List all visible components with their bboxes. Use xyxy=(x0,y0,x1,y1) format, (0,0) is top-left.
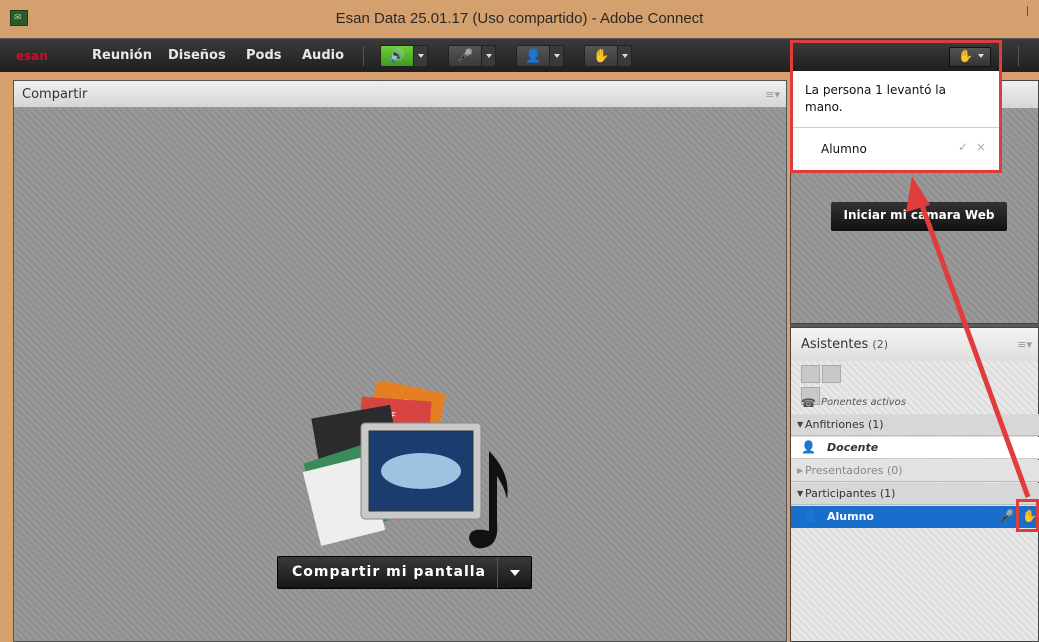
webcam-button[interactable]: 👤 xyxy=(516,45,564,67)
raise-hand-button[interactable]: ✋ xyxy=(584,45,632,67)
chevron-down-icon xyxy=(978,54,984,58)
hosts-group-label: Anfitriones (1) xyxy=(805,418,884,431)
start-webcam-label: Iniciar mi cámara Web xyxy=(843,208,995,222)
host-user-icon: 👤 xyxy=(801,440,816,454)
share-pod-header: Compartir ≡▾ xyxy=(14,81,786,108)
attendee-view-toggle xyxy=(801,365,863,405)
list-view-icon[interactable] xyxy=(801,365,820,383)
chevron-down-icon[interactable] xyxy=(549,46,563,66)
window-titlebar: ✉ Esan Data 25.01.17 (Uso compartido) - … xyxy=(0,0,1039,38)
menu-disenos[interactable]: Diseños xyxy=(168,48,226,63)
notification-message: La persona 1 levantó la mano. xyxy=(805,83,946,114)
raise-hand-notification: ✋ La persona 1 levantó la mano. Alumno ✓… xyxy=(790,40,1002,173)
share-screen-button[interactable]: Compartir mi pantalla xyxy=(277,556,532,589)
share-pod: Compartir ≡▾ PPT PDF Compartir mi pantal… xyxy=(13,80,787,642)
attendees-pod: Asistentes (2) ≡▾ ☎ Ponentes activos ▼ A… xyxy=(790,327,1039,642)
pod-menu-icon[interactable]: ≡▾ xyxy=(765,88,780,101)
presenters-group-row[interactable]: ▶ Presentadores (0) xyxy=(791,460,1039,482)
triangle-right-icon: ▶ xyxy=(797,466,804,475)
breakout-view-icon[interactable] xyxy=(822,365,841,383)
window-title: Esan Data 25.01.17 (Uso compartido) - Ad… xyxy=(335,10,704,27)
hosts-group-row[interactable]: ▼ Anfitriones (1) xyxy=(791,414,1039,436)
presenters-group-label: Presentadores (0) xyxy=(805,464,903,477)
triangle-down-icon: ▼ xyxy=(797,420,804,429)
speaker-icon: 🔊 xyxy=(389,49,406,64)
microphone-button[interactable]: 🎤 xyxy=(448,45,496,67)
notification-divider xyxy=(793,127,999,128)
menu-audio[interactable]: Audio xyxy=(302,48,344,63)
raise-hand-icon: ✋ xyxy=(958,49,973,63)
window-controls[interactable] xyxy=(1027,6,1031,16)
phone-icon: ☎ xyxy=(801,396,816,410)
menu-reunion[interactable]: Reunión xyxy=(92,48,152,63)
active-speakers-label: Ponentes activos xyxy=(821,397,907,408)
participants-group-label: Participantes (1) xyxy=(805,487,896,500)
accept-check-icon[interactable]: ✓ xyxy=(958,140,968,154)
hand-icon-highlight xyxy=(1016,499,1039,532)
participant-row[interactable]: 👤 Alumno 🎤 ✋ xyxy=(791,506,1039,528)
host-name: Docente xyxy=(827,441,879,454)
attendees-header: Asistentes (2) ≡▾ xyxy=(791,328,1038,361)
attendees-count: (2) xyxy=(872,338,888,351)
speaker-button[interactable]: 🔊 xyxy=(380,45,428,67)
notification-toolbar: ✋ xyxy=(793,43,999,71)
menu-separator xyxy=(363,46,364,66)
microphone-icon: 🎤 xyxy=(999,509,1014,523)
start-webcam-button[interactable]: Iniciar mi cámara Web xyxy=(831,202,1007,231)
participants-group-row[interactable]: ▼ Participantes (1) xyxy=(791,483,1039,505)
share-media-illustration: PPT PDF xyxy=(302,381,508,549)
menu-separator xyxy=(1018,46,1019,66)
chevron-down-icon[interactable] xyxy=(413,46,427,66)
attendees-title: Asistentes (2) xyxy=(801,337,888,352)
chevron-down-icon[interactable] xyxy=(481,46,495,66)
raise-hand-icon: ✋ xyxy=(593,49,610,64)
share-screen-label: Compartir mi pantalla xyxy=(292,564,487,580)
webcam-icon: 👤 xyxy=(525,49,542,64)
menu-pods[interactable]: Pods xyxy=(246,48,282,63)
notification-name: Alumno xyxy=(821,142,867,156)
triangle-down-icon: ▼ xyxy=(797,489,804,498)
pod-menu-icon[interactable]: ≡▾ xyxy=(1017,338,1032,351)
chevron-down-icon[interactable] xyxy=(617,46,631,66)
raise-hand-button[interactable]: ✋ xyxy=(949,47,991,67)
participant-user-icon: 👤 xyxy=(803,509,818,523)
active-speakers-row: ☎ Ponentes activos xyxy=(791,393,1039,415)
host-row[interactable]: 👤 Docente xyxy=(791,437,1039,459)
participant-name: Alumno xyxy=(827,510,874,523)
microphone-icon: 🎤 xyxy=(457,49,474,64)
chevron-down-icon[interactable] xyxy=(497,557,531,588)
share-pod-title: Compartir xyxy=(22,87,88,102)
dismiss-x-icon[interactable]: × xyxy=(976,140,986,154)
esan-logo: esan xyxy=(16,49,48,63)
